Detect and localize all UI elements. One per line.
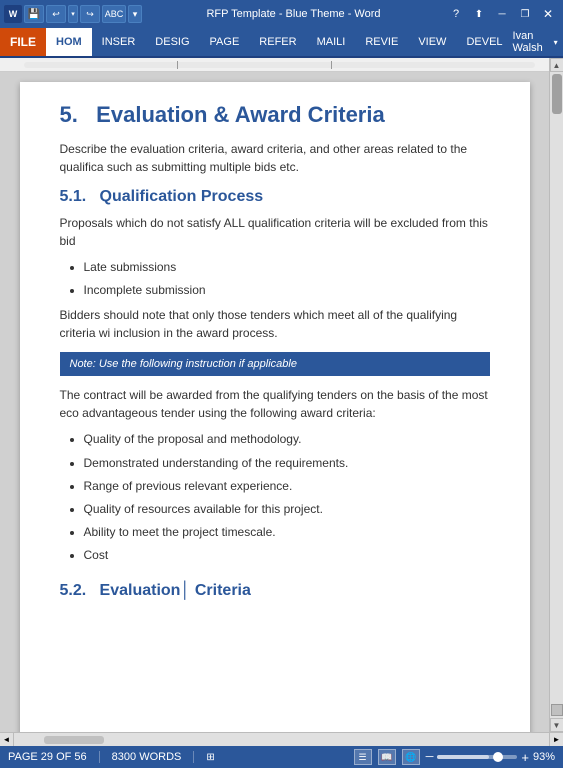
scroll-right-arrow[interactable]: ► xyxy=(549,733,563,747)
web-layout-button[interactable]: 🌐 xyxy=(402,749,420,765)
tab-design[interactable]: DESIG xyxy=(145,28,199,56)
bullet-item: Cost xyxy=(84,546,490,565)
section51-intro: Proposals which do not satisfy ALL quali… xyxy=(60,214,490,250)
zoom-percentage: 93% xyxy=(533,751,555,763)
user-name: Ivan Walsh xyxy=(513,30,550,54)
section5-heading: 5. Evaluation & Award Criteria xyxy=(60,102,490,128)
window-title: RFP Template - Blue Theme - Word xyxy=(142,8,445,20)
section51-heading: 5.1. Qualification Process xyxy=(60,188,490,206)
section52-heading: 5.2. Evaluation│ Criteria xyxy=(60,582,490,600)
scrollbar-vertical[interactable]: ▲ ▼ xyxy=(549,58,563,732)
scroll-track-h xyxy=(14,736,549,744)
note-box: Note: Use the following instruction if a… xyxy=(60,352,490,376)
bullets-list-2: Quality of the proposal and methodology.… xyxy=(84,430,490,565)
scroll-marker[interactable] xyxy=(551,704,563,716)
redo-icon[interactable]: ↪ xyxy=(80,5,100,23)
minimize-button[interactable]: ─ xyxy=(491,5,513,23)
restore-button[interactable]: ❐ xyxy=(514,5,536,23)
status-bar: PAGE 29 OF 56 8300 WORDS ⊞ ☰ 📖 🌐 ─ + 93% xyxy=(0,746,563,768)
print-layout-view-button[interactable]: ☰ xyxy=(354,749,372,765)
tab-refer[interactable]: REFER xyxy=(249,28,306,56)
tab-home[interactable]: HOM xyxy=(46,28,92,56)
scroll-track xyxy=(552,72,562,702)
zoom-slider[interactable] xyxy=(437,755,517,759)
chevron-down-icon: ▾ xyxy=(554,38,558,47)
undo-dropdown-icon[interactable]: ▾ xyxy=(68,5,78,23)
document-page: 5. Evaluation & Award Criteria Describe … xyxy=(20,82,530,732)
page-info: PAGE 29 OF 56 xyxy=(8,751,87,763)
zoom-control: ─ + 93% xyxy=(426,750,555,765)
scroll-left-arrow[interactable]: ◄ xyxy=(0,733,14,747)
title-bar: W 💾 ↩ ▾ ↪ ABC ▾ RFP Template - Blue Them… xyxy=(0,0,563,28)
tab-mail[interactable]: MAILI xyxy=(307,28,356,56)
bullets-list-1: Late submissions Incomplete submission xyxy=(84,258,490,300)
ribbon-tabs: FILE HOM INSER DESIG PAGE REFER MAILI RE… xyxy=(0,28,563,56)
save-icon[interactable]: 💾 xyxy=(24,5,44,23)
tab-insert[interactable]: INSER xyxy=(92,28,146,56)
document-area: 5. Evaluation & Award Criteria Describe … xyxy=(0,58,563,732)
bullet-item: Quality of resources available for this … xyxy=(84,500,490,519)
status-bar-right: ☰ 📖 🌐 ─ + 93% xyxy=(354,749,555,765)
scroll-down-arrow[interactable]: ▼ xyxy=(550,718,563,732)
track-changes-icon[interactable]: ⊞ xyxy=(206,752,214,763)
ribbon-toggle-button[interactable]: ⬆ xyxy=(468,5,490,23)
status-divider-1 xyxy=(99,751,100,763)
bullet-item: Ability to meet the project timescale. xyxy=(84,523,490,542)
bullet-item: Late submissions xyxy=(84,258,490,277)
user-info: Ivan Walsh ▾ K xyxy=(513,28,563,56)
zoom-out-icon[interactable]: ─ xyxy=(426,751,434,763)
zoom-in-icon[interactable]: + xyxy=(521,750,529,765)
title-bar-left: W 💾 ↩ ▾ ↪ ABC ▾ xyxy=(4,5,142,23)
bullet-item: Demonstrated understanding of the requir… xyxy=(84,454,490,473)
scrollbar-horizontal: ◄ ► xyxy=(0,732,563,746)
bullet-item: Quality of the proposal and methodology. xyxy=(84,430,490,449)
bullet-item: Incomplete submission xyxy=(84,281,490,300)
ruler-top xyxy=(0,58,549,72)
page-container: 5. Evaluation & Award Criteria Describe … xyxy=(0,72,549,732)
section5-body: Describe the evaluation criteria, award … xyxy=(60,140,490,176)
scroll-up-arrow[interactable]: ▲ xyxy=(550,58,563,72)
close-button[interactable]: ✕ xyxy=(537,5,559,23)
scroll-thumb[interactable] xyxy=(552,74,562,114)
tab-review[interactable]: REVIE xyxy=(355,28,408,56)
title-bar-controls: ? ⬆ ─ ❐ ✕ xyxy=(445,5,559,23)
section51-body: Bidders should note that only those tend… xyxy=(60,306,490,342)
undo-icon[interactable]: ↩ xyxy=(46,5,66,23)
tab-page[interactable]: PAGE xyxy=(200,28,250,56)
spelling-icon[interactable]: ABC xyxy=(102,5,126,23)
help-button[interactable]: ? xyxy=(445,5,467,23)
word-icon: W xyxy=(4,5,22,23)
read-mode-button[interactable]: 📖 xyxy=(378,749,396,765)
status-divider-2 xyxy=(193,751,194,763)
document-scroll: 5. Evaluation & Award Criteria Describe … xyxy=(0,58,549,732)
zoom-thumb[interactable] xyxy=(493,752,503,762)
print-icon[interactable]: ▾ xyxy=(128,5,142,23)
ribbon: FILE HOM INSER DESIG PAGE REFER MAILI RE… xyxy=(0,28,563,58)
tab-file[interactable]: FILE xyxy=(0,28,46,56)
scroll-thumb-h[interactable] xyxy=(44,736,104,744)
tab-develop[interactable]: DEVEL xyxy=(456,28,512,56)
word-count: 8300 WORDS xyxy=(112,751,182,763)
tab-view[interactable]: VIEW xyxy=(408,28,456,56)
bullet-item: Range of previous relevant experience. xyxy=(84,477,490,496)
contract-text: The contract will be awarded from the qu… xyxy=(60,386,490,422)
